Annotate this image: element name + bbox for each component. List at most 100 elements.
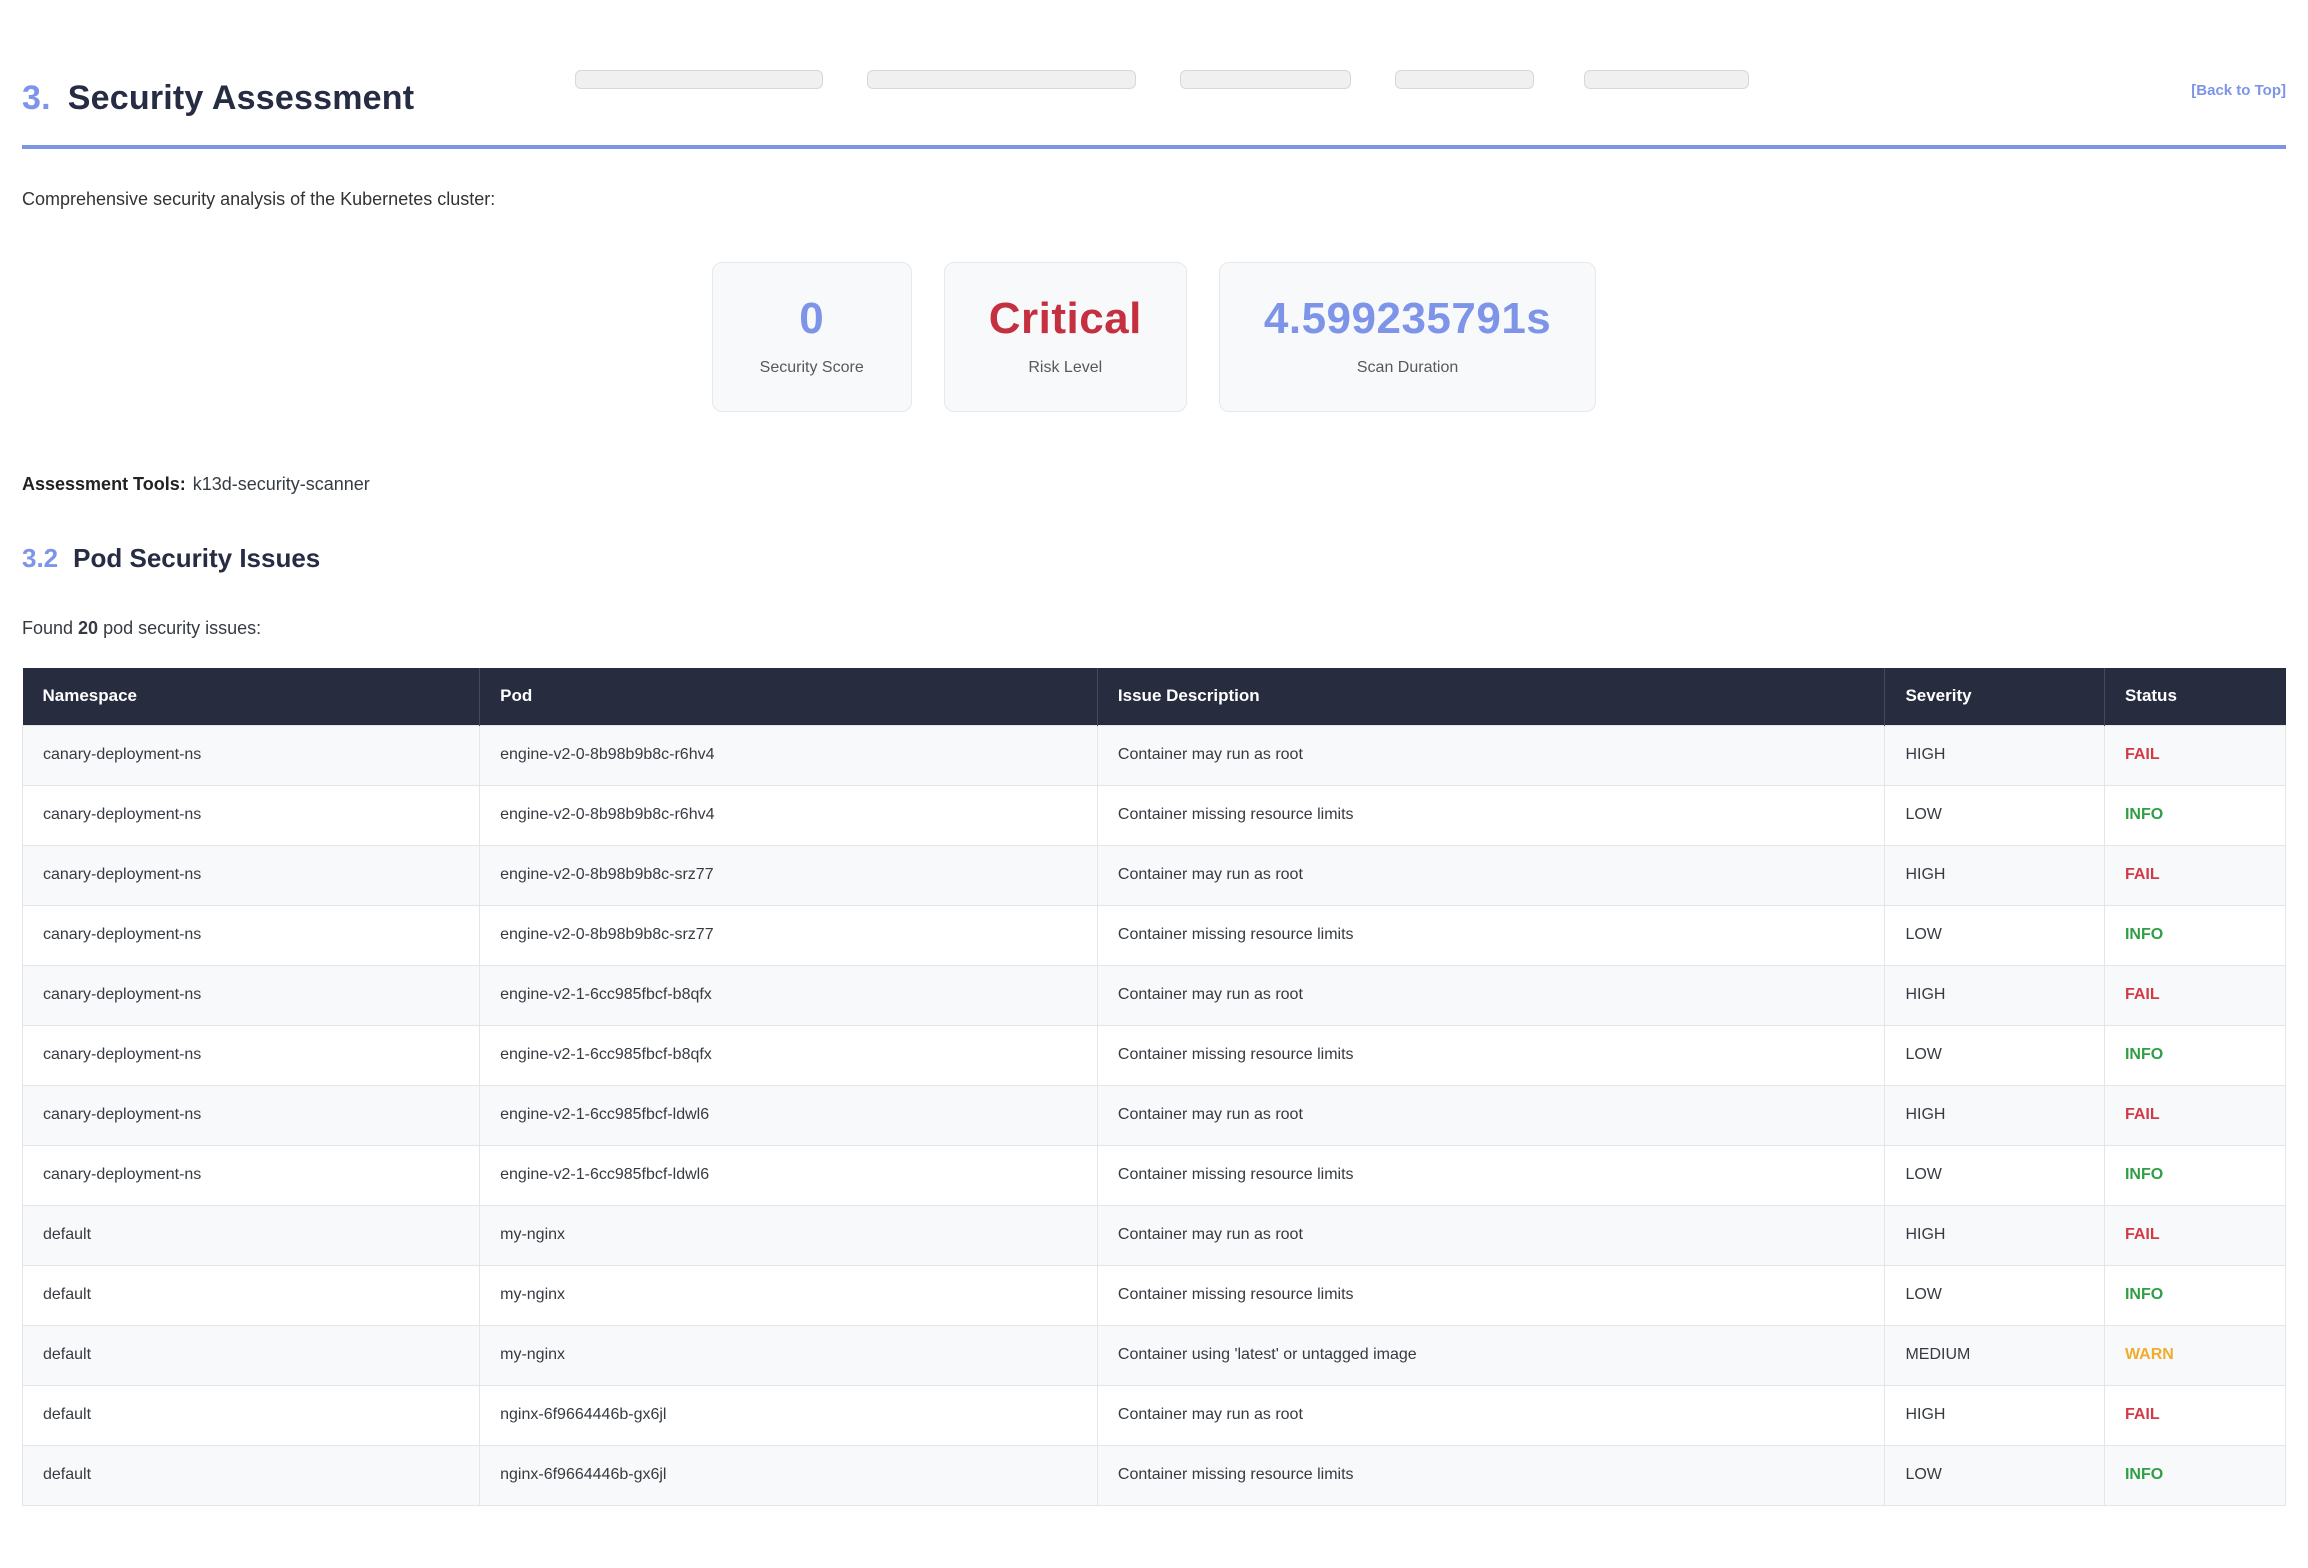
status-cell: INFO [2104,1265,2285,1325]
pod-cell: my-nginx [480,1325,1098,1385]
stats-row: 0 Security Score Critical Risk Level 4.5… [22,262,2286,412]
status-cell: FAIL [2104,725,2285,785]
namespace-cell: default [23,1325,480,1385]
table-row: canary-deployment-nsengine-v2-1-6cc985fb… [23,1145,2286,1205]
cut-off-button[interactable] [1395,70,1534,89]
pod-cell: engine-v2-0-8b98b9b8c-r6hv4 [480,725,1098,785]
pod-cell: nginx-6f9664446b-gx6jl [480,1445,1098,1505]
table-row: defaultmy-nginxContainer missing resourc… [23,1265,2286,1325]
assessment-tools-line: Assessment Tools: k13d-security-scanner [22,474,2286,495]
stat-value: 0 [799,297,824,341]
column-header-pod: Pod [480,668,1098,725]
pod-cell: my-nginx [480,1205,1098,1265]
issue-cell: Container may run as root [1097,965,1885,1025]
found-issues-line: Found 20 pod security issues: [22,618,2286,639]
table-row: canary-deployment-nsengine-v2-1-6cc985fb… [23,965,2286,1025]
subsection-title: 3.2 Pod Security Issues [22,543,2286,573]
issue-cell: Container missing resource limits [1097,1145,1885,1205]
status-cell: INFO [2104,1025,2285,1085]
issue-cell: Container missing resource limits [1097,1445,1885,1505]
pod-cell: engine-v2-1-6cc985fbcf-ldwl6 [480,1085,1098,1145]
severity-cell: HIGH [1885,1085,2105,1145]
table-row: canary-deployment-nsengine-v2-0-8b98b9b8… [23,845,2286,905]
issue-cell: Container may run as root [1097,1205,1885,1265]
namespace-cell: default [23,1445,480,1505]
table-row: defaultmy-nginxContainer using 'latest' … [23,1325,2286,1385]
table-row: canary-deployment-nsengine-v2-1-6cc985fb… [23,1085,2286,1145]
status-cell: INFO [2104,785,2285,845]
subsection-title-text: Pod Security Issues [73,543,320,573]
severity-cell: LOW [1885,1265,2105,1325]
pod-cell: my-nginx [480,1265,1098,1325]
pod-cell: nginx-6f9664446b-gx6jl [480,1385,1098,1445]
issue-cell: Container missing resource limits [1097,1025,1885,1085]
issue-cell: Container missing resource limits [1097,905,1885,965]
namespace-cell: canary-deployment-ns [23,845,480,905]
stat-card-security-score: 0 Security Score [712,262,912,412]
status-cell: FAIL [2104,845,2285,905]
namespace-cell: canary-deployment-ns [23,725,480,785]
severity-cell: LOW [1885,1025,2105,1085]
namespace-cell: canary-deployment-ns [23,1145,480,1205]
table-header-row: Namespace Pod Issue Description Severity… [23,668,2286,725]
table-row: defaultnginx-6f9664446b-gx6jlContainer m… [23,1385,2286,1445]
found-prefix: Found [22,618,78,638]
found-count: 20 [78,618,98,638]
severity-cell: HIGH [1885,965,2105,1025]
pod-cell: engine-v2-1-6cc985fbcf-b8qfx [480,965,1098,1025]
assessment-tools-label: Assessment Tools: [22,474,186,494]
namespace-cell: canary-deployment-ns [23,1025,480,1085]
section-divider [22,145,2286,149]
column-header-issue-description: Issue Description [1097,668,1885,725]
severity-cell: LOW [1885,1145,2105,1205]
pod-security-issues-table: Namespace Pod Issue Description Severity… [22,668,2286,1506]
severity-cell: LOW [1885,785,2105,845]
found-suffix: pod security issues: [98,618,261,638]
subsection-number: 3.2 [22,543,58,573]
pod-cell: engine-v2-0-8b98b9b8c-srz77 [480,845,1098,905]
stat-card-risk-level: Critical Risk Level [944,262,1187,412]
table-row: defaultnginx-6f9664446b-gx6jlContainer m… [23,1445,2286,1505]
top-cutoff-toolbar [0,78,2308,90]
section-description: Comprehensive security analysis of the K… [22,189,2286,210]
pod-cell: engine-v2-1-6cc985fbcf-ldwl6 [480,1145,1098,1205]
table-row: canary-deployment-nsengine-v2-0-8b98b9b8… [23,785,2286,845]
cut-off-button[interactable] [575,70,823,89]
stat-value: Critical [989,297,1142,341]
table-row: canary-deployment-nsengine-v2-1-6cc985fb… [23,1025,2286,1085]
issues-table-body: canary-deployment-nsengine-v2-0-8b98b9b8… [23,725,2286,1505]
issue-cell: Container missing resource limits [1097,1265,1885,1325]
stat-value: 4.599235791s [1264,297,1551,341]
namespace-cell: canary-deployment-ns [23,1085,480,1145]
severity-cell: MEDIUM [1885,1325,2105,1385]
column-header-status: Status [2104,668,2285,725]
stat-label: Security Score [760,359,864,377]
assessment-tools-value: k13d-security-scanner [193,474,370,494]
namespace-cell: canary-deployment-ns [23,965,480,1025]
namespace-cell: default [23,1265,480,1325]
severity-cell: HIGH [1885,1205,2105,1265]
status-cell: INFO [2104,905,2285,965]
status-cell: FAIL [2104,1205,2285,1265]
stat-label: Scan Duration [1357,359,1458,377]
namespace-cell: default [23,1205,480,1265]
cut-off-button[interactable] [867,70,1136,89]
issue-cell: Container missing resource limits [1097,785,1885,845]
status-cell: INFO [2104,1145,2285,1205]
status-cell: FAIL [2104,1085,2285,1145]
issue-cell: Container using 'latest' or untagged ima… [1097,1325,1885,1385]
column-header-namespace: Namespace [23,668,480,725]
issue-cell: Container may run as root [1097,1385,1885,1445]
table-row: defaultmy-nginxContainer may run as root… [23,1205,2286,1265]
status-cell: FAIL [2104,1385,2285,1445]
pod-cell: engine-v2-0-8b98b9b8c-r6hv4 [480,785,1098,845]
cut-off-button[interactable] [1584,70,1749,89]
pod-cell: engine-v2-1-6cc985fbcf-b8qfx [480,1025,1098,1085]
cut-off-button[interactable] [1180,70,1351,89]
status-cell: WARN [2104,1325,2285,1385]
table-row: canary-deployment-nsengine-v2-0-8b98b9b8… [23,725,2286,785]
status-cell: FAIL [2104,965,2285,1025]
pod-cell: engine-v2-0-8b98b9b8c-srz77 [480,905,1098,965]
severity-cell: HIGH [1885,845,2105,905]
namespace-cell: canary-deployment-ns [23,785,480,845]
